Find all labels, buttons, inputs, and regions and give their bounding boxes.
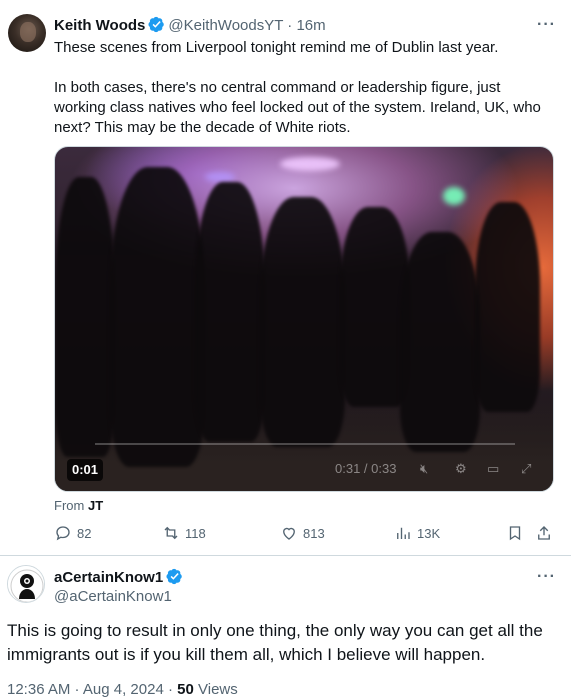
- repost-button[interactable]: 118: [162, 524, 206, 542]
- quoted-tweet-card[interactable]: Keith Woods @KeithWoodsYT · 16m ··· These…: [0, 0, 571, 556]
- settings-icon[interactable]: ⚙︎: [455, 461, 467, 477]
- light-glow: [205, 172, 235, 182]
- video-time-readout: 0:31 / 0:33: [335, 461, 397, 476]
- heart-icon: [283, 527, 295, 540]
- light-glow: [280, 157, 340, 171]
- green-light-glow: [443, 187, 465, 205]
- verified-badge-icon: [166, 568, 182, 585]
- reply-icon: [56, 526, 70, 541]
- like-button[interactable]: 813: [280, 524, 325, 542]
- main-author-handle[interactable]: @aCertainKnow1: [54, 587, 172, 607]
- crowd-silhouette: [260, 197, 345, 447]
- reply-button[interactable]: 82: [54, 524, 91, 542]
- meta-separator: ·: [163, 681, 178, 698]
- video-elapsed-badge: 0:01: [67, 459, 104, 481]
- share-button[interactable]: [535, 524, 558, 542]
- main-tweet-meta: 12:36 AM · Aug 4, 2024 · 50 Views: [7, 680, 238, 700]
- quoted-tweet-header: Keith Woods @KeithWoodsYT · 16m: [54, 16, 326, 36]
- video-progress-track[interactable]: [95, 443, 515, 445]
- quoted-tweet-time[interactable]: 16m: [296, 17, 325, 34]
- crowd-silhouette: [110, 167, 205, 467]
- main-more-options-icon[interactable]: ···: [537, 568, 556, 586]
- bookmark-button[interactable]: [506, 524, 529, 542]
- like-count: 813: [303, 525, 325, 541]
- reply-count: 82: [77, 525, 92, 541]
- main-author-name-row: aCertainKnow1: [54, 568, 186, 588]
- keith-woods-avatar[interactable]: [8, 14, 46, 52]
- acertainknow1-avatar[interactable]: [7, 565, 45, 603]
- picture-in-picture-icon[interactable]: ▭: [487, 461, 499, 477]
- main-views-label: Views: [198, 681, 238, 698]
- repost-count: 118: [185, 525, 206, 541]
- quoted-text-paragraph-2: In both cases, there's no central comman…: [54, 79, 541, 136]
- crowd-silhouette: [55, 177, 115, 457]
- fullscreen-icon[interactable]: ⤢: [521, 461, 531, 477]
- quoted-tweet-actions: 82 118 813 13K: [54, 524, 554, 548]
- avatar-image: [8, 566, 44, 602]
- main-views-count: 50: [177, 681, 194, 698]
- main-tweet-text: This is going to result in only one thin…: [7, 621, 543, 664]
- header-separator: ·: [287, 17, 293, 34]
- quoted-author-name[interactable]: Keith Woods: [54, 17, 145, 34]
- quoted-text-paragraph-1: These scenes from Liverpool tonight remi…: [54, 39, 499, 56]
- mute-icon[interactable]: 🔇︎: [420, 461, 428, 477]
- from-source[interactable]: JT: [88, 498, 103, 513]
- bookmark-icon: [509, 526, 521, 541]
- repost-icon: [164, 526, 178, 540]
- views-count: 13K: [417, 525, 441, 541]
- views-chart-icon: [397, 527, 410, 539]
- quoted-author-handle[interactable]: @KeithWoodsYT: [168, 17, 283, 34]
- main-tweet-timestamp[interactable]: 12:36 AM · Aug 4, 2024: [7, 681, 164, 698]
- crowd-silhouette: [400, 232, 480, 452]
- crowd-silhouette: [475, 202, 540, 412]
- share-icon: [538, 526, 550, 540]
- video-player[interactable]: 0:01 0:31 / 0:33 🔇︎ ⚙︎ ▭ ⤢: [54, 146, 554, 492]
- crowd-silhouette: [195, 182, 265, 442]
- verified-badge-icon: [148, 16, 165, 33]
- video-attribution: From JT: [54, 498, 103, 513]
- main-author-name[interactable]: aCertainKnow1: [54, 569, 163, 586]
- more-options-icon[interactable]: ···: [537, 16, 556, 34]
- views-button[interactable]: 13K: [394, 524, 440, 542]
- quoted-tweet-text: These scenes from Liverpool tonight remi…: [54, 38, 554, 158]
- from-prefix: From: [54, 498, 85, 513]
